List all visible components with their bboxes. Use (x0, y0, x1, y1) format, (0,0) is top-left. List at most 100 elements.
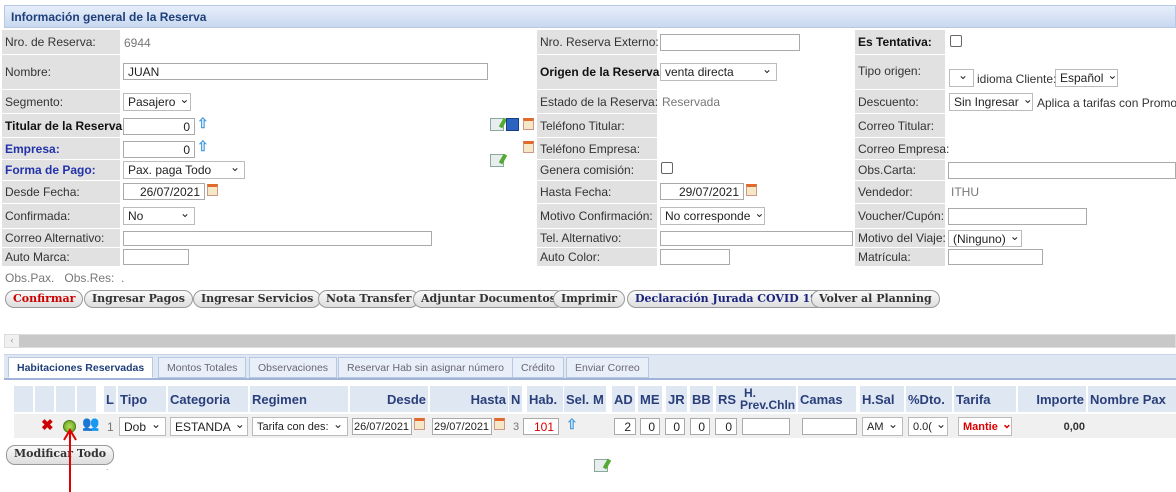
col-camas: Camas (798, 386, 856, 412)
label-tipo-origen: Tipo origen: (855, 55, 945, 89)
annotation-arrow-icon (63, 428, 77, 492)
idioma-select[interactable]: Español (1055, 69, 1118, 87)
correo-alternativo-input[interactable] (123, 231, 432, 246)
col-n: N (509, 386, 523, 412)
label-correo-empresa: Correo Empresa: (855, 138, 949, 159)
segmento-select[interactable]: Pasajero (123, 93, 191, 111)
horizontal-scrollbar[interactable]: ‹ (4, 334, 1176, 348)
col-m: M (591, 386, 606, 412)
save-icon[interactable] (506, 118, 519, 131)
edit-titular-icon[interactable] (490, 118, 504, 131)
row-desde-input[interactable]: 26/07/2021 (352, 418, 412, 435)
ad-input[interactable]: 2 (614, 418, 636, 435)
declaracion-covid-button[interactable]: Declaración Jurada COVID 19 (627, 290, 826, 308)
nro-externo-input[interactable] (660, 34, 800, 51)
row-l: 1 (107, 420, 114, 434)
calendar-icon[interactable] (523, 141, 534, 153)
calendar-icon[interactable] (523, 118, 534, 130)
label-telefono-empresa: Teléfono Empresa: (537, 138, 657, 159)
volver-planning-button[interactable]: Volver al Planning (811, 290, 940, 308)
tab-montos-totales[interactable]: Montos Totales (158, 357, 247, 378)
col-regimen: Regimen (250, 386, 348, 412)
tab-enviar-correo[interactable]: Enviar Correo (566, 357, 649, 378)
label-empresa: Empresa: (2, 138, 120, 159)
genera-comision-checkbox[interactable] (661, 162, 673, 174)
adjuntar-documentos-button[interactable]: Adjuntar Documentos (413, 290, 564, 308)
col-ad: AD (612, 386, 635, 412)
matricula-input[interactable] (948, 249, 1043, 265)
col-hprev-line2: Prev.Chln (740, 398, 796, 412)
jr-input[interactable]: 0 (665, 418, 685, 435)
label-es-tentativa: Es Tentativa: (855, 30, 945, 54)
col-bb: BB (690, 386, 713, 412)
motivo-viaje-select[interactable]: (Ninguno) (948, 230, 1022, 247)
scroll-left-arrow-icon[interactable]: ‹ (5, 335, 19, 347)
imprimir-button[interactable]: Imprimir (553, 290, 626, 308)
calendar-icon[interactable] (746, 184, 757, 196)
tipo-origen-select[interactable] (949, 69, 974, 87)
hasta-fecha-input[interactable]: 29/07/2021 (660, 183, 744, 200)
motivo-confirmacion-select[interactable]: No corresponde (660, 207, 765, 225)
ingresar-pagos-button[interactable]: Ingresar Pagos (84, 290, 193, 308)
tipo-select[interactable]: Dob (119, 417, 166, 436)
label-motivo-viaje: Motivo del Viaje: (855, 229, 946, 247)
select-empresa-arrow-up-icon[interactable]: ⇧ (197, 138, 209, 155)
calendar-icon[interactable] (494, 418, 505, 430)
rs-input[interactable]: 0 (715, 418, 737, 435)
calendar-icon[interactable] (414, 418, 425, 430)
nota-transfer-button[interactable]: Nota Transfer (318, 290, 420, 308)
label-hasta: Hasta Fecha: (537, 181, 657, 203)
nombre-input[interactable]: JUAN (123, 63, 488, 80)
origen-select[interactable]: venta directa (660, 63, 777, 81)
auto-color-input[interactable] (660, 249, 730, 265)
tab-habitaciones-reservadas[interactable]: Habitaciones Reservadas (8, 357, 154, 378)
categoria-select[interactable]: ESTANDA (170, 417, 248, 436)
tab-credito[interactable]: Crédito (512, 357, 564, 378)
users-icon[interactable]: 👥 (82, 415, 99, 432)
label-auto-marca: Auto Marca: (2, 248, 120, 266)
es-tentativa-checkbox[interactable] (950, 35, 962, 47)
ingresar-servicios-button[interactable]: Ingresar Servicios (193, 290, 322, 308)
estado-value: Reservada (662, 95, 721, 109)
label-forma-pago: Forma de Pago: (2, 160, 120, 180)
tab-reservar-sin-numero[interactable]: Reservar Hab sin asignar número (338, 357, 513, 378)
delete-row-icon[interactable]: ✖ (41, 416, 54, 434)
calendar-icon[interactable] (207, 184, 218, 196)
descuento-select[interactable]: Sin Ingresar (949, 93, 1033, 111)
obs-carta-input[interactable] (948, 162, 1176, 179)
confirmada-select[interactable]: No (123, 207, 195, 225)
dto-select[interactable]: 0.0( (908, 417, 948, 436)
row-hasta-input[interactable]: 29/07/2021 (432, 418, 492, 435)
col-hasta: Hasta (430, 386, 508, 412)
edit-empresa-icon[interactable] (490, 154, 504, 167)
tarifa-select[interactable]: Mantie (958, 417, 1012, 436)
regimen-select[interactable]: Tarifa con des: (252, 417, 348, 436)
label-titular: Titular de la Reserva: (2, 114, 126, 137)
label-nombre: Nombre: (2, 55, 120, 89)
select-hab-arrow-up-icon[interactable]: ⇧ (566, 416, 578, 433)
forma-pago-select[interactable]: Pax. paga Todo (123, 161, 245, 179)
col-rs: RS (716, 386, 739, 412)
empresa-input[interactable]: 0 (123, 141, 195, 158)
auto-marca-input[interactable] (123, 249, 189, 265)
edit-m-icon[interactable] (594, 459, 608, 472)
titular-input[interactable]: 0 (123, 118, 195, 135)
confirmar-button[interactable]: Confirmar (5, 290, 84, 308)
tel-alternativo-input[interactable] (660, 231, 853, 246)
voucher-input[interactable] (948, 208, 1087, 225)
desde-fecha-input[interactable]: 26/07/2021 (123, 183, 205, 200)
bb-input[interactable]: 0 (690, 418, 710, 435)
idioma-label: idioma Cliente: (977, 72, 1057, 86)
col-dto: %Dto. (906, 386, 952, 412)
hsal-select[interactable]: AM (862, 417, 903, 436)
hprev-input[interactable] (742, 418, 790, 435)
label-obs-carta: Obs.Carta: (855, 160, 945, 180)
me-input[interactable]: 0 (640, 418, 660, 435)
camas-input[interactable] (802, 418, 857, 435)
label-matricula: Matrícula: (855, 248, 945, 266)
hab-input[interactable]: 101 (523, 418, 559, 435)
col-hsal: H.Sal (860, 386, 904, 412)
tab-observaciones[interactable]: Observaciones (249, 357, 338, 378)
select-titular-arrow-up-icon[interactable]: ⇧ (197, 115, 209, 132)
obs-text: Obs.Pax. Obs.Res: . (5, 271, 125, 285)
